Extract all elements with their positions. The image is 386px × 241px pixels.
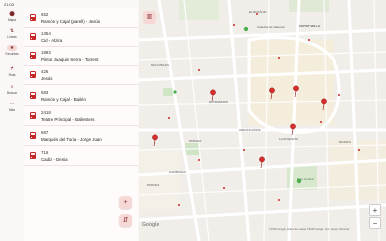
route-icon: ↱ xyxy=(9,66,15,72)
add-favorite-button[interactable]: + xyxy=(119,196,132,209)
sort-icon: ⇵ xyxy=(122,217,129,224)
bus-icon xyxy=(30,112,37,119)
map-label: Catedral de Valencia xyxy=(257,25,285,29)
stop-code: 1354 xyxy=(41,31,51,36)
bus-icon xyxy=(30,132,37,139)
stop-name: Cadiz - Denia xyxy=(41,157,68,162)
rail-item-lines[interactable]: ⇅ Líneas xyxy=(0,28,24,39)
list-item[interactable]: 426 Jesús xyxy=(24,66,138,85)
google-logo: Google xyxy=(142,222,160,228)
sort-button[interactable]: ⇵ xyxy=(119,214,132,227)
map-label: PATRAIX xyxy=(189,139,202,143)
bus-icon xyxy=(30,71,37,78)
rail-label-route: Ruta xyxy=(8,73,16,77)
stop-code: 583 xyxy=(41,90,49,95)
map-label: ARRANCAPINS xyxy=(239,128,261,132)
stop-name: Cid - Alzira xyxy=(41,38,63,43)
map-label: PATRAIX xyxy=(147,183,160,187)
stop-name: Ramón y Cajal - Bailén xyxy=(41,97,86,102)
bus-icon xyxy=(30,14,37,21)
list-item[interactable]: 716 Cadiz - Denia xyxy=(24,147,138,166)
search-icon: ⌕ xyxy=(10,84,14,90)
rail-item-map[interactable]: ⬤ Mapa xyxy=(0,11,24,22)
stop-code: 652 xyxy=(41,12,49,17)
plus-icon: + xyxy=(123,199,128,206)
stop-name: Marqués del Turia - Jorge Juan xyxy=(41,137,102,142)
bus-icon xyxy=(30,152,37,159)
map-view[interactable]: Catedral de Valencia CIUTAT VELLA NOU MO… xyxy=(139,0,386,241)
bus-icon xyxy=(30,33,37,40)
map-label: EL BOTÀNIC xyxy=(249,10,267,14)
navigation-rail: ⬤ Mapa ⇅ Líneas ★ Favoritas ↱ Ruta ⌕ Bus… xyxy=(0,8,24,241)
rail-label-lines: Líneas xyxy=(7,35,17,39)
map-label: GAMBANAS xyxy=(169,170,187,174)
more-icon: ··· xyxy=(9,101,15,107)
map-canvas xyxy=(139,0,386,241)
rail-label-more: Más xyxy=(8,108,16,112)
map-pin-icon: ⬤ xyxy=(9,11,15,17)
zoom-in-button[interactable]: + xyxy=(369,204,381,216)
status-time: 21:03 xyxy=(4,2,15,7)
map-label: Parc Central xyxy=(297,177,314,181)
rail-item-search[interactable]: ⌕ Buscar xyxy=(0,84,24,95)
map-attribution[interactable]: ©2025 Google, Datos de mapas ©2025 Googl… xyxy=(269,228,349,231)
rail-label-map: Mapa xyxy=(8,18,16,22)
map-label: LA ROQUETA xyxy=(279,137,298,141)
list-item[interactable]: 583 Ramón y Cajal - Bailén xyxy=(24,87,138,106)
rail-label-favorites: Favoritas xyxy=(5,52,19,56)
stop-name: Teatre Principal - Ballesters xyxy=(41,117,95,122)
stop-code: 687 xyxy=(41,130,49,135)
swap-icon: ⇅ xyxy=(9,28,15,34)
layers-icon: ▥ xyxy=(146,14,153,20)
bus-icon xyxy=(30,52,37,59)
stop-code: 716 xyxy=(41,150,49,155)
list-item[interactable]: 1354 Cid - Alzira xyxy=(24,28,138,47)
rail-item-more[interactable]: ··· Más xyxy=(0,101,24,112)
bus-icon xyxy=(30,92,37,99)
zoom-out-button[interactable]: − xyxy=(369,217,381,229)
list-item[interactable]: 687 Marqués del Turia - Jorge Juan xyxy=(24,127,138,146)
stop-code: 426 xyxy=(41,69,49,74)
map-label: EXTRAMURS xyxy=(209,100,228,104)
rail-item-favorites[interactable]: ★ Favoritas xyxy=(0,45,24,56)
list-item[interactable]: 2418 Teatre Principal - Ballesters xyxy=(24,107,138,126)
map-layers-button[interactable]: ▥ xyxy=(143,11,156,24)
stop-code: 1883 xyxy=(41,50,51,55)
stop-name: Ramón y Cajal (parell) - Jesús xyxy=(41,19,101,24)
star-icon: ★ xyxy=(7,45,17,51)
list-item[interactable]: 652 Ramón y Cajal (parell) - Jesús xyxy=(24,9,138,28)
map-label: RUZAFA xyxy=(339,140,351,144)
map-label: NOU MOLES xyxy=(151,63,170,67)
rail-item-route[interactable]: ↱ Ruta xyxy=(0,66,24,77)
stop-name: Jesús xyxy=(41,76,53,81)
map-label: CIUTAT VELLA xyxy=(299,24,321,28)
stop-name: Pintor Juaquin Serra - Torrent xyxy=(41,57,99,62)
rail-label-search: Buscar xyxy=(7,91,17,95)
stop-code: 2418 xyxy=(41,110,51,115)
list-item[interactable]: 1883 Pintor Juaquin Serra - Torrent xyxy=(24,47,138,66)
